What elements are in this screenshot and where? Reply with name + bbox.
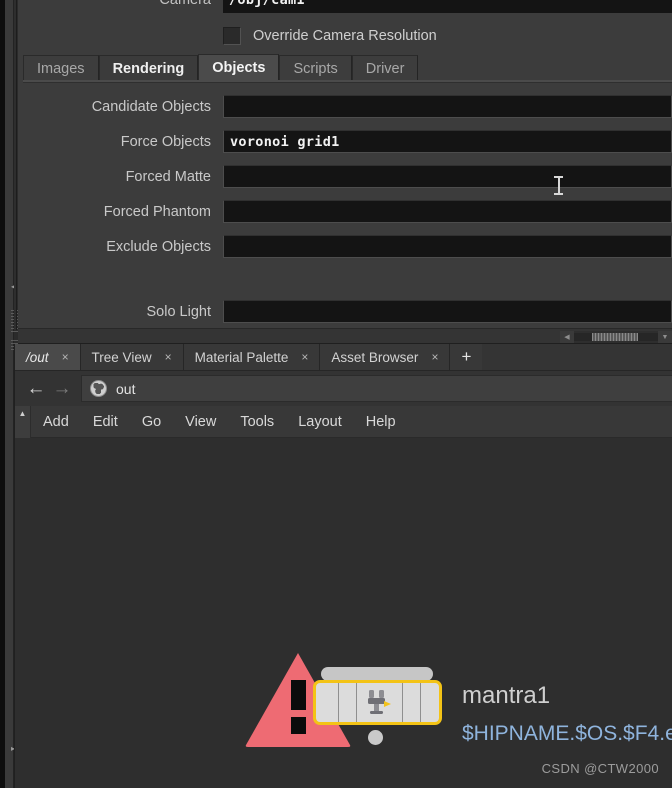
network-pane-tabbar: /out × Tree View × Material Palette × As…: [15, 344, 672, 371]
node-divider: [420, 683, 421, 722]
houdini-window: ◂ ▸ Camera /obj/cam1 Override Camera Res…: [0, 0, 672, 788]
force-objects-label: Force Objects: [120, 133, 211, 150]
node-divider: [402, 683, 403, 722]
menubar-collapse-icon[interactable]: ▲: [15, 405, 31, 438]
row-spacer: [23, 264, 672, 294]
mantra-node-group[interactable]: mantra1 $HIPNAME.$OS.$F4.ex: [244, 650, 672, 760]
solo-light-field[interactable]: [223, 300, 672, 323]
menu-go[interactable]: Go: [130, 414, 173, 430]
tab-rendering[interactable]: Rendering: [98, 55, 199, 82]
network-navigation-bar: ← → out: [15, 371, 672, 406]
network-path-text: out: [116, 380, 136, 397]
menu-add[interactable]: Add: [31, 414, 81, 430]
forced-matte-label: Forced Matte: [125, 168, 211, 185]
pane-tab-tree-view-label: Tree View: [91, 349, 152, 365]
watermark-text: CSDN @CTW2000: [541, 761, 659, 776]
pane-tab-tree-view[interactable]: Tree View ×: [80, 344, 184, 370]
menu-layout[interactable]: Layout: [286, 414, 354, 430]
tab-scripts[interactable]: Scripts: [279, 55, 352, 82]
candidate-objects-label: Candidate Objects: [91, 98, 211, 115]
node-flag-bar[interactable]: [321, 667, 433, 681]
node-output-path-label: $HIPNAME.$OS.$F4.ex: [462, 722, 672, 745]
pane-splitter[interactable]: ◀ ▼: [18, 328, 672, 344]
pane-tab-material-palette[interactable]: Material Palette ×: [183, 344, 321, 370]
objects-tab-content: Candidate Objects Force Objects voronoi …: [23, 82, 672, 328]
mantra-parameter-pane: Camera /obj/cam1 Override Camera Resolut…: [18, 0, 672, 328]
camera-parameter-row: Camera /obj/cam1: [18, 0, 672, 14]
forced-matte-field[interactable]: [223, 165, 672, 188]
pane-tab-out-label: /out: [26, 349, 49, 365]
scroll-left-arrow-icon[interactable]: ◀: [560, 331, 574, 343]
tab-images[interactable]: Images: [23, 55, 99, 82]
mantra-node-body[interactable]: [313, 680, 442, 725]
scroll-right-arrow-icon[interactable]: ▼: [658, 331, 672, 343]
menu-help[interactable]: Help: [354, 414, 408, 430]
camera-field[interactable]: /obj/cam1: [223, 0, 672, 13]
node-divider: [356, 683, 357, 722]
warning-exclamation-stem: [291, 680, 306, 710]
exclude-objects-row: Exclude Objects: [23, 229, 672, 264]
node-divider: [338, 683, 339, 722]
pane-tab-out[interactable]: /out ×: [15, 344, 81, 370]
left-toolbar-rail[interactable]: ◂ ▸: [5, 0, 18, 788]
close-icon[interactable]: ×: [431, 350, 438, 364]
parameter-tab-strip: Images Rendering Objects Scripts Driver: [23, 53, 419, 82]
tab-driver[interactable]: Driver: [351, 55, 419, 82]
solo-light-label: Solo Light: [146, 303, 212, 320]
forced-phantom-field[interactable]: [223, 200, 672, 223]
forced-matte-row: Forced Matte: [23, 159, 672, 194]
horizontal-scrollbar[interactable]: ◀ ▼: [560, 331, 672, 343]
network-canvas[interactable]: mantra1 $HIPNAME.$OS.$F4.ex CSDN @CTW200…: [15, 438, 672, 788]
node-name-label: mantra1: [462, 682, 551, 709]
network-path-field[interactable]: out: [81, 375, 672, 402]
network-editor-pane: /out × Tree View × Material Palette × As…: [14, 344, 672, 788]
scrollbar-track[interactable]: [574, 333, 658, 341]
film-reel-icon: [90, 380, 107, 397]
close-icon[interactable]: ×: [62, 350, 69, 364]
forward-arrow-icon[interactable]: →: [49, 376, 75, 402]
menu-view[interactable]: View: [173, 414, 228, 430]
scrollbar-thumb[interactable]: [592, 333, 638, 341]
pane-tab-material-palette-label: Material Palette: [194, 349, 289, 365]
pane-seam: [14, 0, 17, 330]
pane-tab-asset-browser[interactable]: Asset Browser ×: [320, 344, 451, 370]
add-tab-button[interactable]: +: [450, 344, 483, 370]
menu-edit[interactable]: Edit: [81, 414, 130, 430]
pane-tab-asset-browser-label: Asset Browser: [331, 349, 419, 365]
close-icon[interactable]: ×: [301, 350, 308, 364]
override-camera-resolution-checkbox[interactable]: [223, 27, 241, 45]
forced-phantom-row: Forced Phantom: [23, 194, 672, 229]
candidate-objects-field[interactable]: [223, 95, 672, 118]
override-camera-resolution-row: Override Camera Resolution: [18, 22, 672, 50]
exclude-objects-field[interactable]: [223, 235, 672, 258]
menu-tools[interactable]: Tools: [228, 414, 286, 430]
exclude-objects-label: Exclude Objects: [106, 238, 211, 255]
node-output-connector[interactable]: [368, 730, 383, 745]
network-menu-bar: ▲ Add Edit Go View Tools Layout Help: [15, 405, 672, 438]
forced-phantom-label: Forced Phantom: [103, 203, 211, 220]
warning-exclamation-dot: [291, 717, 306, 734]
tab-objects[interactable]: Objects: [198, 54, 280, 82]
back-arrow-icon[interactable]: ←: [23, 376, 49, 402]
candidate-objects-row: Candidate Objects: [23, 89, 672, 124]
force-objects-row: Force Objects voronoi grid1: [23, 124, 672, 159]
camera-label: Camera: [159, 0, 211, 8]
close-icon[interactable]: ×: [165, 350, 172, 364]
override-camera-resolution-label: Override Camera Resolution: [253, 28, 437, 44]
force-objects-field[interactable]: voronoi grid1: [223, 130, 672, 153]
solo-light-row: Solo Light: [23, 294, 672, 328]
mantra-renderer-icon: [368, 690, 391, 714]
